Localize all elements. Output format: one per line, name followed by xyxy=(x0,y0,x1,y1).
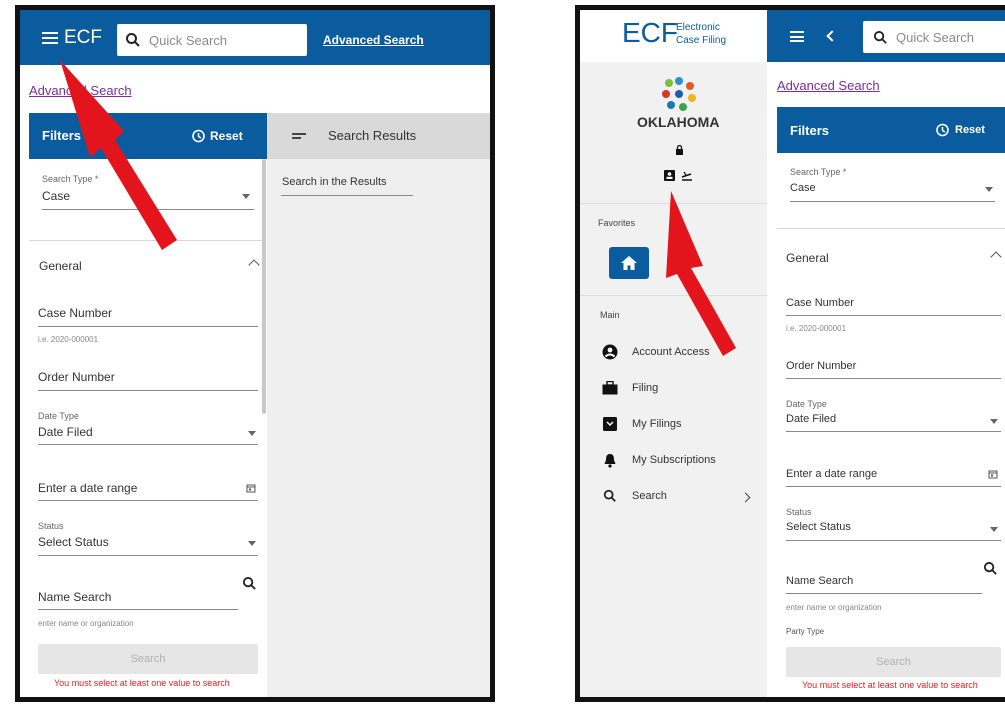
right-screenshot: ECF Electronic Case Filing OKLAHOMA Favo… xyxy=(575,5,1005,702)
red-arrow-annotation xyxy=(60,60,177,250)
red-arrow-annotation xyxy=(666,191,736,356)
left-screenshot: ECF Quick Search Advanced Search Advance… xyxy=(15,5,495,702)
